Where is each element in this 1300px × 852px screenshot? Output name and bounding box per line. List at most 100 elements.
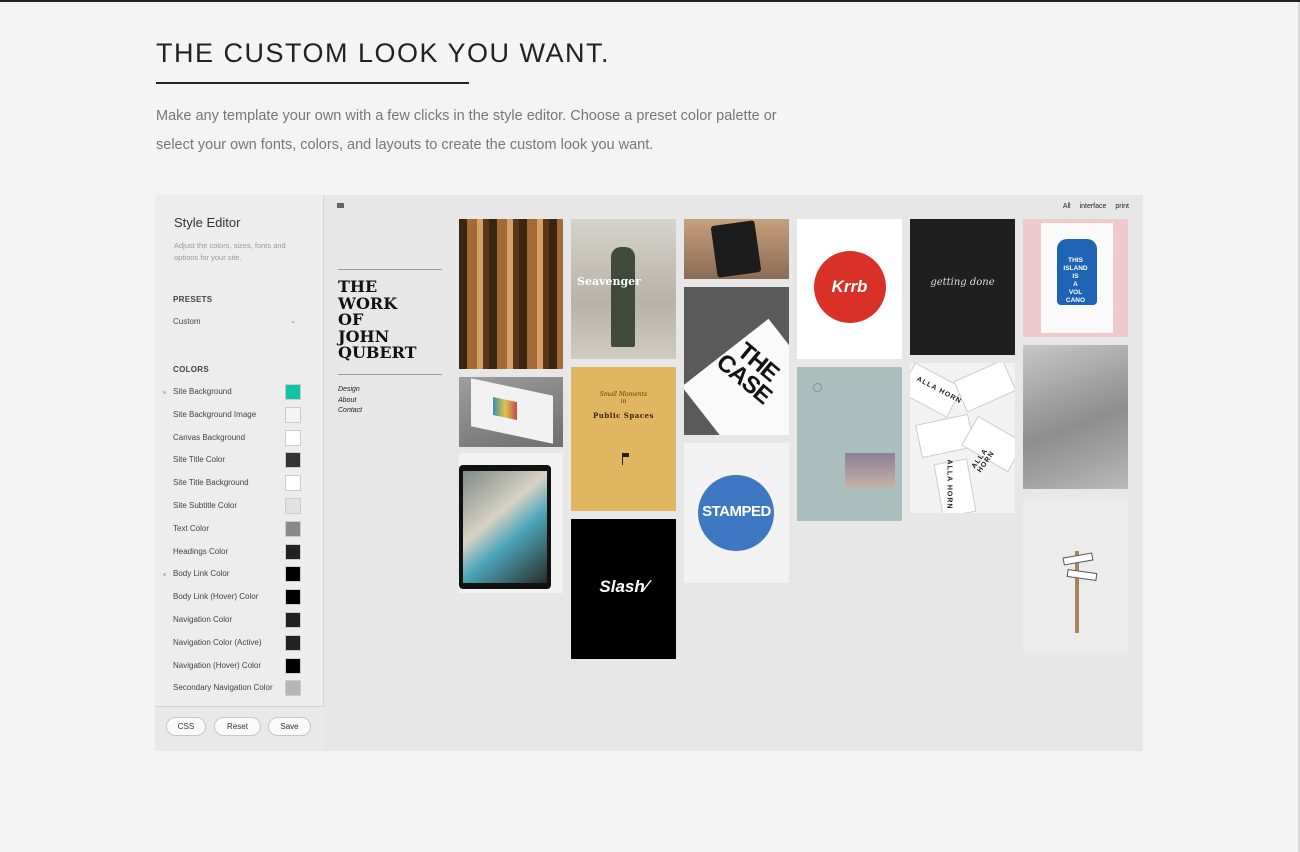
color-row-navigation-color[interactable]: Navigation Color [155,609,324,632]
color-row-canvas-background[interactable]: Canvas Background [155,427,324,450]
indicator-dot-icon [163,391,166,394]
color-swatch[interactable] [285,543,301,560]
filter-print[interactable]: print [1115,203,1129,210]
color-label: Navigation Color [173,614,233,624]
color-label: Headings Color [173,546,229,556]
color-label: Site Title Color [173,455,226,465]
menu-icon[interactable] [337,203,344,208]
island-line: CANO [1065,297,1086,304]
island-line: ISLAND [1063,265,1088,272]
portfolio-filters: All interface print [1056,203,1129,210]
color-swatch[interactable] [285,611,301,628]
color-row-headings-color[interactable]: Headings Color [155,541,324,564]
color-swatch[interactable] [285,566,301,583]
color-swatch[interactable] [285,475,301,492]
stamped-logo: STAMPED [702,503,771,520]
sign-board [1066,568,1098,582]
project-thumbnail-stamped[interactable]: STAMPED [684,443,789,583]
site-title-line: QUBERT [338,343,417,362]
style-editor-title: Style Editor [174,215,241,230]
color-swatch[interactable] [285,497,301,514]
chevron-down-icon: ⌄ [290,318,296,325]
getting-done-title: getting done [930,277,995,288]
color-row-site-title-background[interactable]: Site Title Background [155,472,324,495]
business-card [933,458,977,513]
project-thumbnail-small-moments[interactable]: Small Moments in Public Spaces [571,367,676,511]
project-thumbnail-krrb[interactable]: Krrb [797,219,902,359]
island-line: IS [1072,273,1079,280]
filter-interface[interactable]: interface [1080,203,1107,210]
island-line: VOL [1068,289,1083,296]
color-swatch[interactable] [285,520,301,537]
project-thumbnail-tablet[interactable] [459,453,563,593]
project-thumbnail-getting-done[interactable]: getting done [910,219,1015,355]
color-row-site-subtitle-color[interactable]: Site Subtitle Color [155,495,324,518]
small-moments-in: in [620,398,627,405]
project-thumbnail-book-spread[interactable] [459,377,563,447]
site-title-rule-top [338,269,442,270]
project-thumbnail-alla-horn[interactable]: ALLA HORN ALLA HORN ALLA HORN [910,363,1015,513]
color-row-body-link-color[interactable]: Body Link Color [155,563,324,586]
project-thumbnail-slash[interactable]: Slash∕ [571,519,676,659]
color-row-secondary-navigation-color[interactable]: Secondary Navigation Color [155,677,324,700]
island-poster-text: THIS ISLAND IS A VOL CANO [1023,257,1128,305]
indicator-dot-icon [163,573,166,577]
small-moments-title: Small Moments in [571,391,676,405]
reset-button[interactable]: Reset [214,717,261,736]
save-button[interactable]: Save [268,717,311,736]
style-editor-footer: CSS Reset Save [155,706,324,751]
color-label: Body Link (Hover) Color [173,592,259,602]
project-thumbnail-notebook[interactable] [797,367,902,521]
figure-image [611,247,635,347]
color-label: Site Subtitle Color [173,500,238,510]
color-row-navigation-hover-color[interactable]: Navigation (Hover) Color [155,655,324,678]
css-button[interactable]: CSS [166,717,206,736]
color-row-navigation-color-active[interactable]: Navigation Color (Active) [155,632,324,655]
title-underline [156,82,469,84]
color-swatch[interactable] [285,452,301,469]
public-spaces-title: Public Spaces [593,411,654,420]
nav-link-contact[interactable]: Contact [338,406,362,417]
site-preview: THE WORK OF JOHN QUBERT Design About Con… [325,195,1143,751]
color-row-body-link-hover-color[interactable]: Body Link (Hover) Color [155,586,324,609]
project-thumbnail-wood-type[interactable] [459,219,563,369]
slash-logo: Slash∕ [599,577,648,596]
book-image [471,378,553,444]
color-label: Site Title Background [173,478,249,488]
color-swatch[interactable] [285,384,301,400]
filter-all[interactable]: All [1063,203,1071,210]
color-swatch[interactable] [285,406,301,423]
color-swatch[interactable] [285,429,301,446]
preset-select[interactable]: Custom ⌄ [173,317,296,326]
color-label: Text Color [173,523,210,533]
presets-heading: PRESETS [173,295,213,304]
island-line: A [1073,281,1078,288]
project-thumbnail-island-volcano[interactable]: THIS ISLAND IS A VOL CANO [1023,219,1128,337]
color-swatch[interactable] [285,634,301,651]
project-thumbnail-signpost[interactable] [1023,499,1128,653]
project-thumbnail-tablet-hands[interactable] [684,219,789,279]
nav-link-about[interactable]: About [338,396,362,407]
site-title-rule-bottom [338,374,442,375]
business-card [953,363,1015,413]
project-thumbnail-seavenger[interactable]: Seavenger [571,219,676,359]
nav-link-design[interactable]: Design [338,385,362,396]
flag-icon [622,453,629,465]
project-thumbnail-the-case[interactable]: THE CASE [684,287,789,435]
color-label: Site Background Image [173,409,257,419]
site-title[interactable]: THE WORK OF JOHN QUBERT [338,278,417,362]
color-row-site-background[interactable]: Site Background [155,381,324,404]
photo-image [845,453,895,487]
color-swatch[interactable] [285,657,301,674]
color-label: Navigation (Hover) Color [173,660,262,670]
color-row-text-color[interactable]: Text Color [155,518,324,541]
color-swatch[interactable] [285,589,301,606]
project-thumbnail-texture[interactable] [1023,345,1128,489]
color-label: Body Link Color [173,569,230,579]
color-label: Navigation Color (Active) [173,637,262,647]
color-swatch[interactable] [285,680,301,697]
style-editor-demo: Style Editor Adjust the colors, sizes, f… [155,195,1143,751]
emblem-icon [813,383,822,392]
color-row-site-background-image[interactable]: Site Background Image [155,404,324,427]
color-row-site-title-color[interactable]: Site Title Color [155,449,324,472]
